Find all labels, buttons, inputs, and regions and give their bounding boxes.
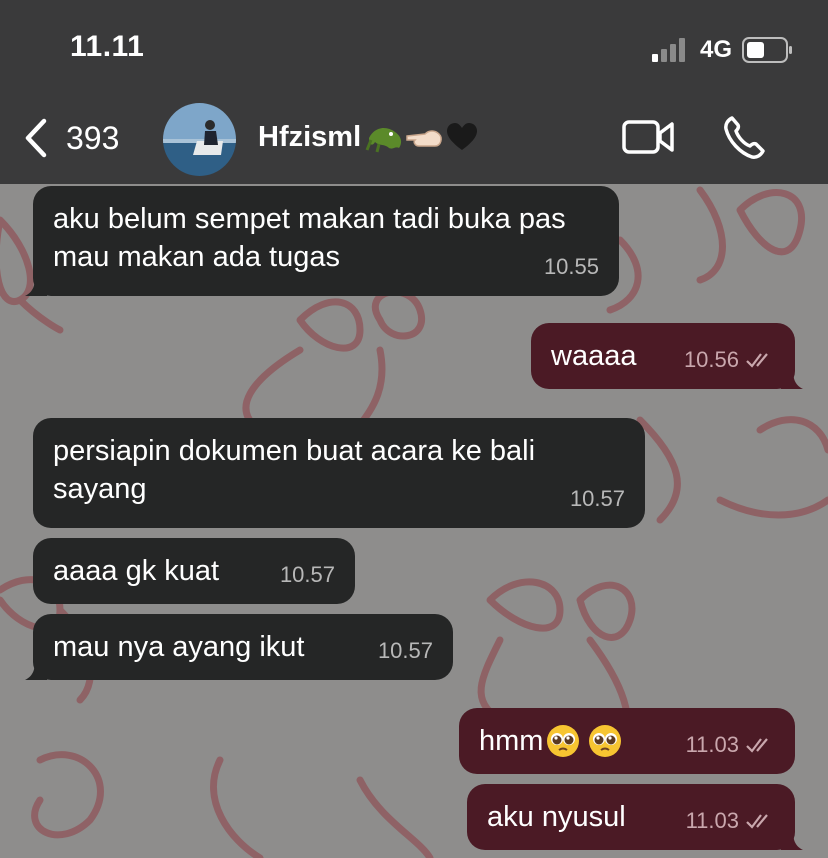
back-button[interactable]: 393 (24, 118, 119, 158)
pleading-face-emoji-icon (547, 725, 580, 757)
message-time: 10.55 (544, 248, 599, 286)
bubble-tail (25, 276, 47, 296)
message-time: 10.56 (684, 341, 775, 379)
message-text-content: hmm (479, 725, 544, 757)
status-time: 11.11 (70, 30, 145, 63)
message-time-text: 10.57 (377, 638, 433, 663)
chat-header: 11.11 4G 393 Hfzisml (0, 0, 828, 184)
pointing-hand-emoji-icon (406, 130, 442, 147)
chat-screen: 11.11 4G 393 Hfzisml aku belum sempet ma… (0, 0, 828, 858)
message-text: aku belum sempet makan tadi buka pas mau… (53, 203, 566, 273)
video-call-icon[interactable] (622, 118, 676, 156)
avatar[interactable] (163, 103, 236, 176)
read-receipt-icon (746, 738, 768, 753)
contact-name[interactable]: Hfzisml (258, 120, 479, 154)
message-time: 11.03 (686, 802, 775, 840)
network-type: 4G (700, 36, 733, 63)
message-time-text: 10.55 (543, 254, 599, 279)
read-receipt-icon (746, 353, 768, 368)
message-time: 10.57 (280, 556, 335, 594)
message-text: persiapin dokumen buat acara ke bali say… (53, 435, 536, 505)
message-bubble-incoming[interactable]: persiapin dokumen buat acara ke bali say… (33, 418, 645, 528)
message-time: 11.03 (686, 726, 775, 764)
chevron-left-icon (25, 118, 47, 158)
crocodile-emoji-icon (365, 128, 402, 153)
bubble-tail (781, 369, 803, 389)
pleading-face-emoji-icon (589, 725, 622, 757)
message-bubble-outgoing[interactable]: hmm 11.03 (459, 708, 795, 774)
message-time-text: 10.57 (279, 562, 335, 587)
bubble-tail (781, 830, 803, 850)
message-time-text: 11.03 (685, 808, 739, 833)
message-text: mau nya ayang ikut (53, 631, 305, 663)
contact-name-text: Hfzisml (258, 120, 362, 153)
message-bubble-outgoing[interactable]: aku nyusul 11.03 (467, 784, 803, 850)
message-time-text: 11.03 (685, 732, 739, 757)
message-time: 10.57 (378, 632, 433, 670)
unread-count: 393 (66, 119, 120, 156)
message-bubble-incoming[interactable]: mau nya ayang ikut 10.57 (25, 614, 453, 680)
avatar-image (163, 103, 236, 176)
message-bubble-incoming[interactable]: aaaa gk kuat 10.57 (33, 538, 355, 604)
read-receipt-icon (746, 814, 768, 829)
message-bubble-incoming[interactable]: aku belum sempet makan tadi buka pas mau… (25, 186, 619, 296)
message-time-text: 10.57 (569, 486, 625, 511)
name-emojis (365, 120, 479, 154)
message-time-text: 10.56 (683, 347, 739, 372)
signal-strength-icon (652, 38, 685, 62)
phone-call-icon[interactable] (722, 115, 766, 161)
message-time: 10.57 (570, 480, 625, 518)
message-bubble-outgoing[interactable]: waaaa 10.56 (531, 323, 803, 389)
bubble-tail (25, 660, 47, 680)
battery-icon (742, 37, 792, 63)
black-heart-emoji-icon (447, 123, 478, 150)
